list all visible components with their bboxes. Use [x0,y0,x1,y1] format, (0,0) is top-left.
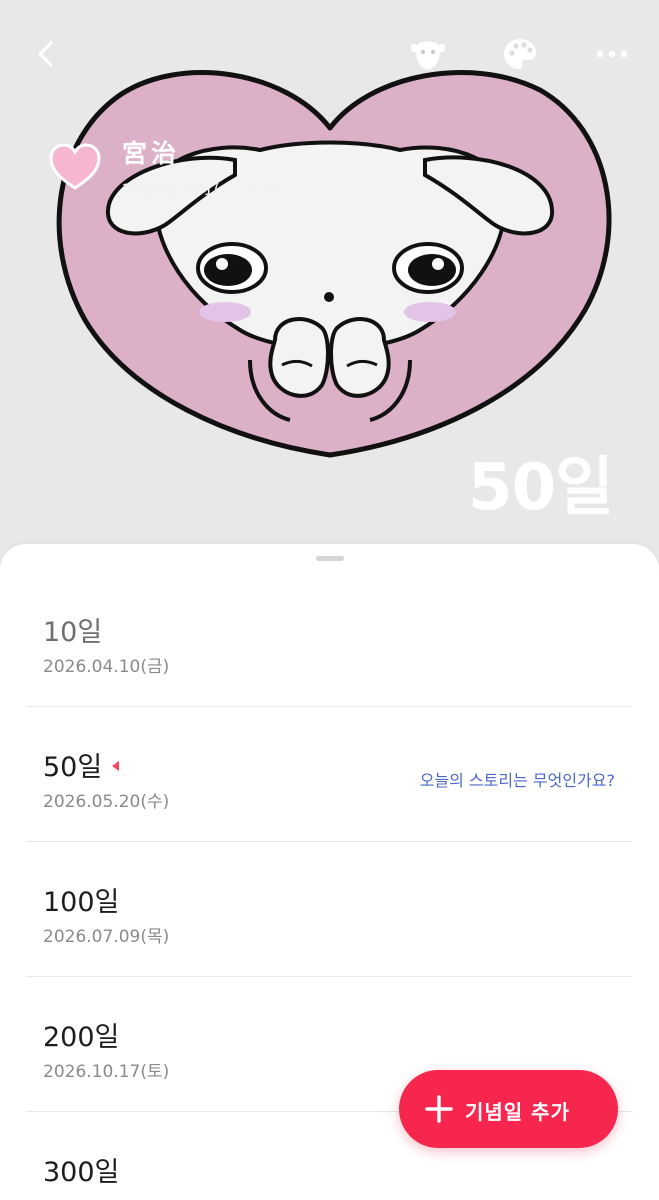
profile-name: 宮治 [122,139,181,168]
sheet-drag-handle[interactable] [316,556,344,561]
list-item[interactable]: 100일 2026.07.09(목) [26,842,632,977]
anniversary-title: 200일 [43,1022,120,1053]
list-item[interactable]: 50일 2026.05.20(수) 오늘의 스토리는 무엇인가요? [26,707,632,842]
hero-banner: 宮治 2026.04.01(수) | 커플 50일 [0,0,659,570]
puppy-face-icon [410,41,446,70]
palette-icon [504,39,536,69]
more-button[interactable] [586,28,638,80]
anniversary-date: 2026.05.20(수) [43,792,170,812]
character-button[interactable] [402,28,454,80]
start-date: 2026.04.01(수) [122,180,241,199]
heart-icon [49,143,101,190]
profile-summary: 宮治 2026.04.01(수) | 커플 [48,132,448,202]
anniversary-title: 100일 [43,887,120,918]
category-label: 커플 [266,180,296,199]
today-marker-icon [112,760,120,771]
list-item[interactable]: 10일 2026.04.10(금) [26,572,632,707]
story-link[interactable]: 오늘의 스토리는 무엇인가요? [420,767,615,791]
back-button[interactable] [20,28,72,80]
theme-button[interactable] [494,28,546,80]
profile-meta: 2026.04.01(수) | 커플 [122,176,296,200]
meta-separator: | [250,180,257,199]
add-anniversary-button[interactable]: 기념일 추가 [399,1070,618,1148]
add-anniversary-label: 기념일 추가 [465,1100,570,1124]
anniversary-title: 10일 [43,617,103,648]
anniversary-date: 2026.04.10(금) [43,657,170,677]
dday-counter: 50일 [468,451,614,525]
anniversary-screen: 宮治 2026.04.01(수) | 커플 50일 10일 2026.04.10(금… [0,0,659,1200]
top-bar [0,20,659,90]
more-horizontal-icon [596,50,628,58]
anniversary-title-text: 50일 [43,752,103,783]
anniversary-date: 2026.10.17(토) [43,1062,170,1082]
chevron-left-icon [38,41,53,67]
anniversary-date: 2026.07.09(목) [43,927,170,947]
plus-icon [425,1095,453,1123]
anniversary-title: 300일 [43,1157,120,1188]
anniversary-title: 50일 [43,745,120,784]
